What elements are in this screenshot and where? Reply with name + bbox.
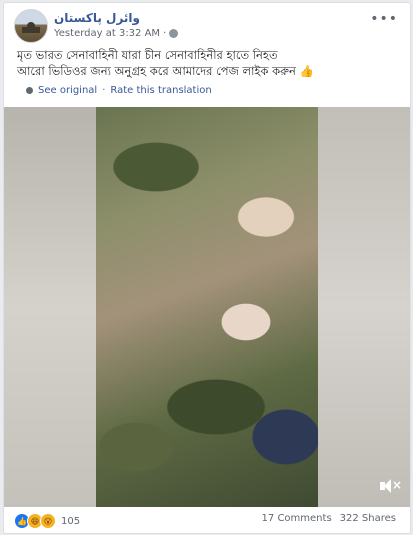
post-text: মৃত ভারত সেনাবাহিনী যারা চীন সেনাবাহিনীর… [17, 47, 402, 79]
video-blur-right [318, 107, 410, 507]
volume-muted-icon[interactable]: × [378, 477, 402, 495]
page-name-link[interactable]: وائرل پاکستان [54, 11, 140, 25]
video-frame[interactable] [96, 107, 318, 507]
comments-count-link[interactable]: 17 Comments [262, 513, 332, 524]
video-blur-left [4, 107, 96, 507]
gear-icon[interactable] [26, 87, 33, 94]
separator-dot: · [102, 85, 106, 96]
post-text-line-2: আরো ভিডিওর জন্য অনুগ্রহ করে আমাদের পেজ ল… [17, 64, 314, 78]
wow-reaction-icon: 😮 [40, 513, 56, 529]
post-timestamp[interactable]: Yesterday at 3:32 AM [54, 28, 160, 39]
post-text-line-1: মৃত ভারত সেনাবাহিনী যারা চীন সেনাবাহিনীর… [17, 48, 278, 62]
rate-translation-link[interactable]: Rate this translation [110, 85, 211, 96]
post-header: وائرل پاکستان Yesterday at 3:32 AM · ••• [14, 9, 400, 43]
avatar-building [22, 27, 40, 33]
globe-icon[interactable] [169, 29, 179, 38]
reaction-count[interactable]: 105 [61, 516, 80, 527]
shares-count-link[interactable]: 322 Shares [340, 513, 396, 524]
more-options-button[interactable]: ••• [370, 11, 398, 27]
video-player[interactable]: × [4, 107, 410, 507]
post-stats: 17 Comments 322 Shares [262, 513, 396, 524]
see-original-link[interactable]: See original [38, 85, 97, 96]
post-card: وائرل پاکستان Yesterday at 3:32 AM · •••… [3, 2, 411, 534]
post-footer: 👍 😆 😮 105 17 Comments 322 Shares [14, 513, 400, 529]
post-meta: Yesterday at 3:32 AM · [54, 28, 179, 39]
page-avatar[interactable] [14, 9, 48, 43]
reactions-summary[interactable]: 👍 😆 😮 105 [14, 513, 80, 529]
translation-bar: See original · Rate this translation [26, 85, 212, 96]
